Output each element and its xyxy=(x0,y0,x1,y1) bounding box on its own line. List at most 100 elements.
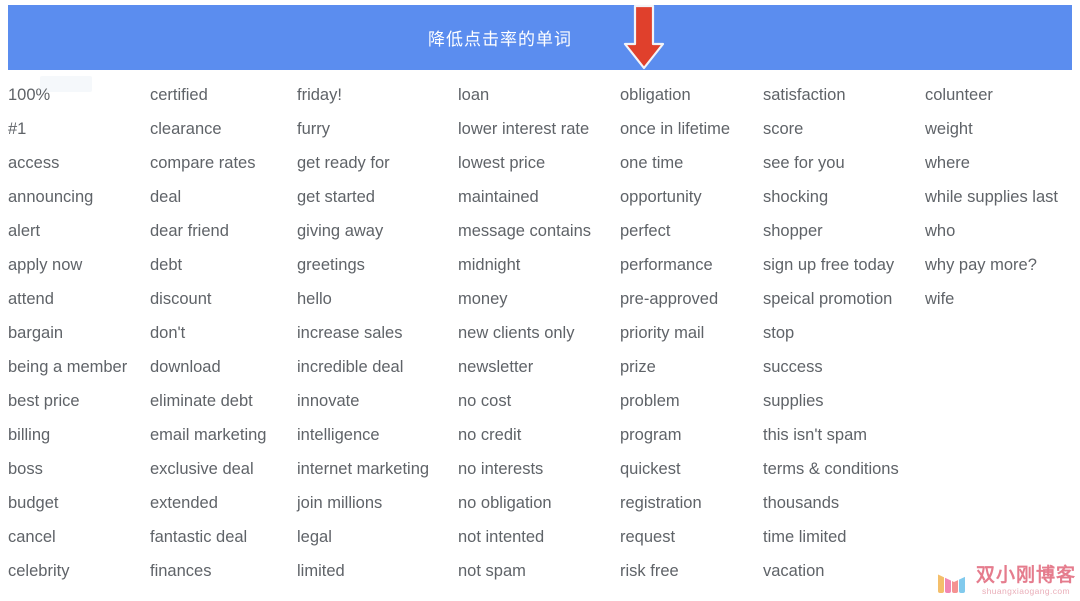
word-item: risk free xyxy=(620,562,679,580)
word-item: bargain xyxy=(8,324,64,342)
word-item: program xyxy=(620,426,682,444)
word-item: debt xyxy=(150,256,183,274)
word-item: friday! xyxy=(297,86,342,104)
word-item: lowest price xyxy=(458,154,546,172)
word-item: while supplies last xyxy=(925,188,1058,206)
word-item: midnight xyxy=(458,256,521,274)
word-item: priority mail xyxy=(620,324,705,342)
word-item: where xyxy=(925,154,970,172)
word-item: no obligation xyxy=(458,494,552,512)
word-item: not intented xyxy=(458,528,545,546)
word-item: perfect xyxy=(620,222,671,240)
word-item: greetings xyxy=(297,256,365,274)
word-item: prize xyxy=(620,358,656,376)
word-item: request xyxy=(620,528,676,546)
word-item: internet marketing xyxy=(297,460,430,478)
word-column-2: certified clearance compare rates deal d… xyxy=(150,78,300,588)
word-item: satisfaction xyxy=(763,86,846,104)
word-column-6: satisfaction score see for you shocking … xyxy=(763,78,928,588)
word-item: who xyxy=(925,222,956,240)
word-item: why pay more? xyxy=(925,256,1037,274)
word-item: lower interest rate xyxy=(458,120,590,138)
word-item: celebrity xyxy=(8,562,70,580)
word-item: clearance xyxy=(150,120,222,138)
word-item: deal xyxy=(150,188,182,206)
word-item: budget xyxy=(8,494,59,512)
word-item: finances xyxy=(150,562,212,580)
word-item: not spam xyxy=(458,562,526,580)
word-item: 100% xyxy=(8,86,51,104)
word-item: innovate xyxy=(297,392,360,410)
word-item: obligation xyxy=(620,86,691,104)
word-item: weight xyxy=(925,120,973,138)
word-item: discount xyxy=(150,290,212,308)
word-item: get ready for xyxy=(297,154,390,172)
word-item: opportunity xyxy=(620,188,702,206)
word-item: #1 xyxy=(8,120,27,138)
word-item: loan xyxy=(458,86,490,104)
word-item: pre-approved xyxy=(620,290,719,308)
word-item: boss xyxy=(8,460,43,478)
word-item: quickest xyxy=(620,460,681,478)
arrow-down-icon xyxy=(623,4,665,70)
word-item: apply now xyxy=(8,256,83,274)
word-item: score xyxy=(763,120,804,138)
word-column-1: 100% #1 access announcing alert apply no… xyxy=(8,78,156,588)
word-item: time limited xyxy=(763,528,847,546)
word-item: thousands xyxy=(763,494,840,512)
word-item: legal xyxy=(297,528,332,546)
word-item: hello xyxy=(297,290,332,308)
word-item: increase sales xyxy=(297,324,403,342)
word-item: maintained xyxy=(458,188,539,206)
word-item: billing xyxy=(8,426,51,444)
word-item: fantastic deal xyxy=(150,528,248,546)
word-item: eliminate debt xyxy=(150,392,253,410)
word-item: shopper xyxy=(763,222,823,240)
word-item: don't xyxy=(150,324,186,342)
word-item: newsletter xyxy=(458,358,534,376)
word-item: email marketing xyxy=(150,426,267,444)
word-item: no credit xyxy=(458,426,522,444)
word-item: vacation xyxy=(763,562,825,580)
word-item: see for you xyxy=(763,154,845,172)
word-item: compare rates xyxy=(150,154,256,172)
word-item: problem xyxy=(620,392,680,410)
word-item: once in lifetime xyxy=(620,120,731,138)
word-item: speical promotion xyxy=(763,290,893,308)
word-item: performance xyxy=(620,256,713,274)
word-column-4: loan lower interest rate lowest price ma… xyxy=(458,78,623,588)
word-item: being a member xyxy=(8,358,128,376)
word-item: one time xyxy=(620,154,684,172)
spam-words-grid: 100% #1 access announcing alert apply no… xyxy=(0,78,1080,601)
word-item: stop xyxy=(763,324,795,342)
word-item: shocking xyxy=(763,188,829,206)
word-item: success xyxy=(763,358,823,376)
word-item: access xyxy=(8,154,60,172)
word-item: extended xyxy=(150,494,218,512)
word-item: intelligence xyxy=(297,426,380,444)
word-item: new clients only xyxy=(458,324,575,342)
word-item: furry xyxy=(297,120,330,138)
word-item: registration xyxy=(620,494,702,512)
word-item: exclusive deal xyxy=(150,460,254,478)
word-column-7: colunteer weight where while supplies la… xyxy=(925,78,1080,316)
word-item: money xyxy=(458,290,508,308)
word-item: dear friend xyxy=(150,222,229,240)
word-item: no interests xyxy=(458,460,544,478)
word-item: join millions xyxy=(297,494,383,512)
word-item: terms & conditions xyxy=(763,460,899,478)
word-item: alert xyxy=(8,222,41,240)
word-item: best price xyxy=(8,392,80,410)
word-item: attend xyxy=(8,290,54,308)
word-item: wife xyxy=(925,290,955,308)
word-item: supplies xyxy=(763,392,824,410)
word-item: colunteer xyxy=(925,86,993,104)
word-column-5: obligation once in lifetime one time opp… xyxy=(620,78,768,588)
banner-background: 降低点击率的单词 xyxy=(8,5,1072,70)
word-item: download xyxy=(150,358,221,376)
word-item: no cost xyxy=(458,392,512,410)
word-item: incredible deal xyxy=(297,358,404,376)
word-item: announcing xyxy=(8,188,94,206)
word-item: cancel xyxy=(8,528,56,546)
word-item: giving away xyxy=(297,222,384,240)
